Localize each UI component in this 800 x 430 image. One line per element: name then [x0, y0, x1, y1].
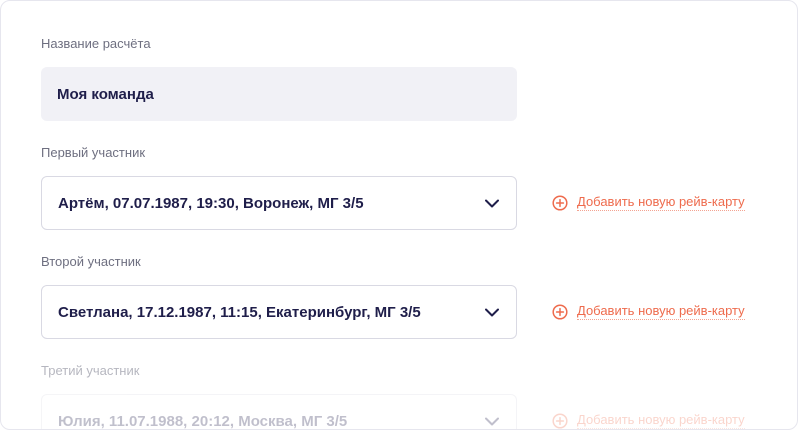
participant-1-label: Первый участник	[41, 145, 146, 160]
chevron-down-icon	[484, 413, 500, 429]
add-rave-card-link-2[interactable]: Добавить новую рейв-карту	[551, 303, 745, 320]
participant-3-select[interactable]: Юлия, 11.07.1988, 20:12, Москва, МГ 3/5	[41, 394, 517, 430]
participant-2-select[interactable]: Светлана, 17.12.1987, 11:15, Екатеринбур…	[41, 285, 517, 339]
add-rave-card-text: Добавить новую рейв-карту	[577, 194, 745, 211]
plus-circle-icon	[551, 303, 568, 320]
add-rave-card-text: Добавить новую рейв-карту	[577, 303, 745, 320]
chevron-down-icon	[484, 304, 500, 320]
calculation-name-value: Моя команда	[57, 85, 154, 103]
participant-2-label: Второй участник	[41, 254, 141, 269]
calculation-name-label: Название расчёта	[41, 36, 151, 51]
participant-2-value: Светлана, 17.12.1987, 11:15, Екатеринбур…	[58, 303, 421, 321]
participant-3-label: Третий участник	[41, 363, 140, 378]
add-rave-card-link-3[interactable]: Добавить новую рейв-карту	[551, 412, 745, 429]
participant-1-select[interactable]: Артём, 07.07.1987, 19:30, Воронеж, МГ 3/…	[41, 176, 517, 230]
chevron-down-icon	[484, 195, 500, 211]
participant-3-value: Юлия, 11.07.1988, 20:12, Москва, МГ 3/5	[58, 412, 348, 430]
add-rave-card-text: Добавить новую рейв-карту	[577, 412, 745, 429]
plus-circle-icon	[551, 412, 568, 429]
plus-circle-icon	[551, 194, 568, 211]
add-rave-card-link-1[interactable]: Добавить новую рейв-карту	[551, 194, 745, 211]
calculation-form-card: Название расчёта Моя команда Первый учас…	[0, 0, 798, 430]
participant-1-value: Артём, 07.07.1987, 19:30, Воронеж, МГ 3/…	[58, 194, 364, 212]
calculation-name-input[interactable]: Моя команда	[41, 67, 517, 121]
